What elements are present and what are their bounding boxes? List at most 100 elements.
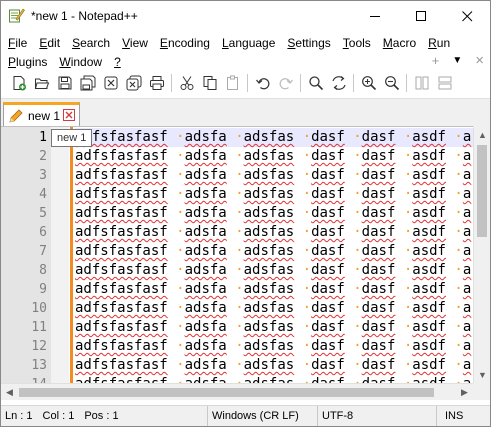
menu-plugins[interactable]: Plugins xyxy=(1,55,52,69)
misspelled-word: asdf xyxy=(412,224,446,240)
misspelled-word: adsfa xyxy=(184,186,227,202)
text-line[interactable]: adfsfasfasf ·adsfa ·adsfas ·dasf ·dasf ·… xyxy=(75,356,473,375)
close-document-icon[interactable]: × xyxy=(475,52,484,69)
tab-list-arrow-icon[interactable]: ▼ xyxy=(452,55,462,66)
misspelled-word: dasf xyxy=(362,376,396,383)
text-line[interactable]: adfsfasfasf ·adsfa ·adsfas ·dasf ·dasf ·… xyxy=(75,166,473,185)
whitespace-dot: · xyxy=(235,243,244,259)
whitespace-dot: · xyxy=(454,262,463,278)
status-bar: Ln : 1 Col : 1 Pos : 1 Windows (CR LF) UTF… xyxy=(1,405,490,426)
print-button[interactable] xyxy=(145,72,168,94)
menu-edit[interactable]: Edit xyxy=(32,36,65,50)
text-line[interactable]: adfsfasfasf ·adsfa ·adsfas ·dasf ·dasf ·… xyxy=(75,337,473,356)
text-line[interactable]: adfsfasfasf ·adsfa ·adsfas ·dasf ·dasf ·… xyxy=(75,242,473,261)
misspelled-word: adsfas xyxy=(243,167,295,183)
zoom-out-button[interactable] xyxy=(380,72,403,94)
status-insert-mode[interactable]: INS xyxy=(437,406,490,426)
text-line[interactable]: adfsfasfasf ·adsfa ·adsfas ·dasf ·dasf ·… xyxy=(75,147,473,166)
text-line[interactable]: adfsfasfasf ·adsfa ·adsfas ·dasf ·dasf ·… xyxy=(75,185,473,204)
misspelled-word: adfsfasfasf xyxy=(75,167,168,183)
menu-tools[interactable]: Tools xyxy=(336,36,376,50)
text-line[interactable]: adfsfasfasf ·adsfa ·adsfas ·dasf ·dasf ·… xyxy=(75,261,473,280)
zoom-out-icon xyxy=(384,76,399,91)
whitespace-dot: · xyxy=(353,262,362,278)
close-window-button[interactable] xyxy=(444,1,490,31)
misspelled-word: dasf xyxy=(311,338,345,354)
new-tab-plus-icon[interactable]: + xyxy=(432,53,440,68)
misspelled-word: adsfas xyxy=(243,300,295,316)
menu-language[interactable]: Language xyxy=(215,36,280,50)
whitespace-dot: · xyxy=(454,300,463,316)
scroll-up-arrow-icon[interactable]: ▲ xyxy=(474,126,490,143)
status-encoding[interactable]: UTF-8 xyxy=(318,406,437,426)
paste-button[interactable] xyxy=(221,72,244,94)
save-all-button[interactable] xyxy=(76,72,99,94)
vertical-scrollbar[interactable]: ▲ ▼ xyxy=(473,126,490,383)
undo-button[interactable] xyxy=(251,72,274,94)
whitespace-dot: · xyxy=(302,167,312,183)
menu-macro[interactable]: Macro xyxy=(376,36,421,50)
undo-icon xyxy=(255,78,269,90)
whitespace-dot: · xyxy=(403,281,413,297)
misspelled-word: a xyxy=(462,205,472,221)
sync-scroll-horizontal-button[interactable] xyxy=(433,72,456,94)
find-button[interactable] xyxy=(304,72,327,94)
menu-search[interactable]: Search xyxy=(65,36,115,50)
horizontal-scroll-thumb[interactable] xyxy=(19,388,434,397)
text-line[interactable]: adfsfasfasf ·adsfa ·adsfas ·dasf ·dasf ·… xyxy=(75,318,473,337)
misspelled-word: dasf xyxy=(311,262,345,278)
menu-window[interactable]: Window xyxy=(52,55,107,69)
close-icon xyxy=(461,10,472,21)
text-line[interactable]: adfsfasfasf ·adsfa ·adsfas ·dasf ·dasf ·… xyxy=(75,204,473,223)
scroll-left-arrow-icon[interactable]: ◀ xyxy=(1,384,18,401)
replace-button[interactable] xyxy=(327,72,350,94)
editor-area[interactable]: 1234567891011121314 adfsfasfasf ·adsfa ·… xyxy=(1,126,490,383)
vertical-scroll-thumb[interactable] xyxy=(477,145,487,237)
copy-button[interactable] xyxy=(198,72,221,94)
save-button[interactable] xyxy=(53,72,76,94)
text-line[interactable]: adfsfasfasf ·adsfa ·adsfas ·dasf ·dasf ·… xyxy=(75,128,473,147)
open-file-button[interactable] xyxy=(30,72,53,94)
menu-view[interactable]: View xyxy=(115,36,153,50)
misspelled-word: dasf xyxy=(361,224,396,240)
whitespace-dot: · xyxy=(176,262,185,278)
text-content[interactable]: adfsfasfasf · adsfa · adsfas · dasf · dasf ·… xyxy=(75,128,473,383)
whitespace-dot: · xyxy=(302,205,312,221)
horizontal-scrollbar[interactable]: ◀ ▶ xyxy=(1,383,473,400)
toolbar-separator xyxy=(247,74,248,92)
minimize-button[interactable] xyxy=(352,1,398,31)
tab-new-1[interactable]: new 1 xyxy=(3,102,80,126)
line-number: 12 xyxy=(31,339,47,354)
maximize-button[interactable] xyxy=(398,1,444,31)
whitespace-dot: · xyxy=(235,186,244,202)
menu-encoding[interactable]: Encoding xyxy=(153,36,215,50)
tab-bar: new 1 xyxy=(1,98,490,126)
text-line[interactable]: adfsfasfasf ·adsfa ·adsfas ·dasf ·dasf ·… xyxy=(75,375,473,383)
redo-button[interactable] xyxy=(274,72,297,94)
menu-settings[interactable]: Settings xyxy=(280,36,335,50)
menu-run[interactable]: Run xyxy=(421,36,455,50)
line-number: 9 xyxy=(39,282,47,297)
tab-close-button[interactable] xyxy=(63,109,75,121)
whitespace-dot: · xyxy=(235,281,244,297)
text-line[interactable]: adfsfasfasf ·adsfa ·adsfas ·dasf ·dasf ·… xyxy=(75,280,473,299)
whitespace-dot: · xyxy=(403,224,413,240)
whitespace-dot: · xyxy=(353,319,362,335)
text-line[interactable]: adfsfasfasf ·adsfa ·adsfas ·dasf ·dasf ·… xyxy=(75,223,473,242)
whitespace-dot: · xyxy=(353,281,362,297)
cut-button[interactable] xyxy=(175,72,198,94)
menu-help[interactable]: ? xyxy=(107,55,126,69)
close-file-button[interactable] xyxy=(99,72,122,94)
menu-file[interactable]: File xyxy=(1,36,32,50)
new-file-button[interactable] xyxy=(7,72,30,94)
print-icon xyxy=(149,76,164,90)
close-all-button[interactable] xyxy=(122,72,145,94)
zoom-in-button[interactable] xyxy=(357,72,380,94)
whitespace-dot: · xyxy=(353,243,362,259)
status-eol[interactable]: Windows (CR LF) xyxy=(208,406,318,426)
scroll-down-arrow-icon[interactable]: ▼ xyxy=(474,366,490,383)
text-line[interactable]: adfsfasfasf ·adsfa ·adsfas ·dasf ·dasf ·… xyxy=(75,299,473,318)
scroll-right-arrow-icon[interactable]: ▶ xyxy=(456,384,473,401)
whitespace-dot: · xyxy=(235,224,244,240)
sync-scroll-vertical-button[interactable] xyxy=(410,72,433,94)
